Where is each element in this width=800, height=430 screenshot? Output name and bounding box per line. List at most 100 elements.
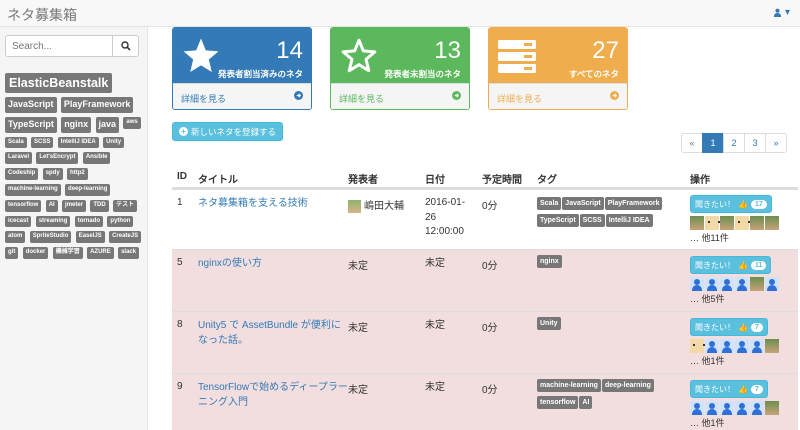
avatar[interactable] — [720, 216, 734, 230]
row-tag[interactable]: Unity — [537, 317, 561, 331]
search-button[interactable] — [113, 35, 139, 57]
want-to-hear-button[interactable]: 聞きたい！ 👍 7 — [690, 380, 768, 398]
sidebar-tag[interactable]: SCSS — [31, 136, 54, 149]
row-title-link[interactable]: Unity5 で AssetBundle が便利になった話。 — [198, 318, 348, 348]
sidebar-tag[interactable]: 機械学習 — [52, 247, 83, 259]
avatar[interactable] — [690, 277, 704, 291]
sidebar-tag[interactable]: JavaScript — [5, 97, 57, 113]
sidebar-tag[interactable]: Let'sEncrypt — [36, 152, 79, 165]
sidebar-tag[interactable]: Codeship — [5, 168, 39, 181]
avatar[interactable] — [765, 401, 779, 415]
search-input[interactable] — [5, 35, 113, 57]
other-voters[interactable]: … 他5件 — [690, 294, 725, 304]
avatar[interactable] — [720, 277, 734, 291]
want-to-hear-button[interactable]: 聞きたい！ 👍 7 — [690, 318, 768, 336]
row-tag[interactable]: JavaScript — [562, 197, 604, 211]
assigned-details-link[interactable]: 詳細を見る — [173, 83, 311, 109]
sidebar-tag[interactable]: streaming — [35, 215, 71, 228]
row-tag[interactable]: AI — [579, 396, 593, 410]
avatar[interactable] — [750, 216, 764, 230]
sidebar-tag[interactable]: machine-learning — [5, 184, 61, 196]
row-title-link[interactable]: nginxの使い方 — [198, 256, 348, 271]
sidebar-tag[interactable]: jmeter — [62, 199, 87, 212]
sidebar-tag[interactable]: java — [95, 116, 120, 133]
sidebar-tag[interactable]: ElasticBeanstalk — [5, 73, 113, 94]
avatar[interactable] — [750, 401, 764, 415]
row-tag[interactable]: TypeScript — [537, 214, 579, 228]
sidebar-tag[interactable]: python — [107, 215, 134, 228]
sidebar-tag[interactable]: AZURE — [87, 247, 114, 259]
sidebar-tag[interactable]: Unity — [103, 136, 125, 149]
row-tag[interactable]: machine-learning — [537, 379, 601, 393]
want-to-hear-button[interactable]: 聞きたい！ 👍 11 — [690, 256, 772, 274]
avatar[interactable] — [735, 339, 749, 353]
sidebar-tag[interactable]: AI — [45, 199, 58, 212]
sidebar-tag[interactable]: Ansible — [82, 152, 111, 165]
avatar[interactable] — [705, 277, 719, 291]
row-ops: 聞きたい！ 👍 17 … 他11件 — [690, 195, 798, 245]
avatar[interactable] — [735, 216, 750, 230]
row-tag[interactable]: nginx — [537, 255, 562, 269]
avatar[interactable] — [720, 339, 734, 353]
page-1[interactable]: 1 — [702, 133, 724, 153]
user-menu[interactable]: ▾ — [773, 7, 790, 18]
avatar[interactable] — [765, 339, 779, 353]
avatar[interactable] — [750, 339, 764, 353]
sidebar-tag[interactable]: Scala — [5, 136, 27, 149]
want-to-hear-button[interactable]: 聞きたい！ 👍 17 — [690, 195, 772, 213]
sidebar-tag[interactable]: tornado — [74, 215, 104, 228]
avatar[interactable] — [765, 277, 779, 291]
row-title-link[interactable]: TensorFlowで始めるディープラーニング入門 — [198, 380, 348, 410]
avatar[interactable] — [735, 401, 749, 415]
sidebar-tag[interactable]: atom — [5, 231, 26, 244]
sidebar-tag[interactable]: docker — [22, 247, 49, 259]
page-next[interactable]: » — [765, 133, 787, 153]
avatar[interactable] — [705, 401, 719, 415]
page-3[interactable]: 3 — [744, 133, 766, 153]
avatar[interactable] — [690, 216, 704, 230]
row-tags: Unity — [537, 317, 682, 334]
sidebar-tag[interactable]: CreateJS — [109, 231, 142, 244]
sidebar-tag[interactable]: tensorflow — [5, 199, 42, 212]
sidebar-tag[interactable]: nginx — [61, 116, 92, 133]
sidebar-tag[interactable]: SpriteStudio — [29, 231, 72, 244]
row-tag[interactable]: SCSS — [579, 214, 605, 228]
row-title-link[interactable]: ネタ募集箱を支える技術 — [198, 196, 348, 211]
sidebar-tag[interactable]: slack — [118, 247, 140, 259]
all-details-link[interactable]: 詳細を見る — [489, 83, 627, 109]
avatar[interactable] — [750, 277, 764, 291]
sidebar-tag[interactable]: TDD — [90, 199, 109, 212]
sidebar-tag[interactable]: EaselJS — [75, 231, 105, 244]
page-2[interactable]: 2 — [723, 133, 745, 153]
row-tag[interactable]: Scala — [537, 197, 562, 211]
avatar[interactable] — [735, 277, 749, 291]
row-tag[interactable]: IntelliJ IDEA — [605, 214, 653, 228]
app-brand[interactable]: ネタ募集箱 — [7, 5, 77, 25]
avatar[interactable] — [690, 401, 704, 415]
avatar[interactable] — [690, 339, 705, 353]
avatar[interactable] — [705, 339, 719, 353]
sidebar-tag[interactable]: http2 — [67, 168, 88, 181]
row-tag[interactable]: deep-learning — [601, 379, 654, 393]
sidebar-tag[interactable]: aws — [123, 116, 141, 129]
other-voters[interactable]: … 他1件 — [690, 418, 725, 428]
sidebar-tag[interactable]: テスト — [113, 199, 138, 212]
sidebar-tag[interactable]: PlayFramework — [60, 97, 134, 113]
other-voters[interactable]: … 他11件 — [690, 233, 729, 243]
avatar[interactable] — [720, 401, 734, 415]
row-tag[interactable]: tensorflow — [537, 396, 579, 410]
sidebar-tag[interactable]: git — [5, 247, 19, 259]
row-tag[interactable]: PlayFramework — [604, 197, 663, 211]
avatar[interactable] — [705, 216, 720, 230]
other-voters[interactable]: … 他1件 — [690, 356, 725, 366]
sidebar-tag[interactable]: Laravel — [5, 152, 33, 165]
avatar[interactable] — [765, 216, 779, 230]
sidebar-tag[interactable]: spdy — [42, 168, 63, 181]
sidebar-tag[interactable]: IntelliJ IDEA — [57, 136, 99, 149]
page-prev[interactable]: « — [681, 133, 703, 153]
sidebar-tag[interactable]: TypeScript — [5, 116, 57, 133]
unassigned-details-link[interactable]: 詳細を見る — [331, 83, 469, 109]
new-topic-button[interactable]: + 新しいネタを登録する — [172, 122, 284, 141]
sidebar-tag[interactable]: icecast — [5, 215, 32, 228]
sidebar-tag[interactable]: deep-learning — [65, 184, 111, 196]
